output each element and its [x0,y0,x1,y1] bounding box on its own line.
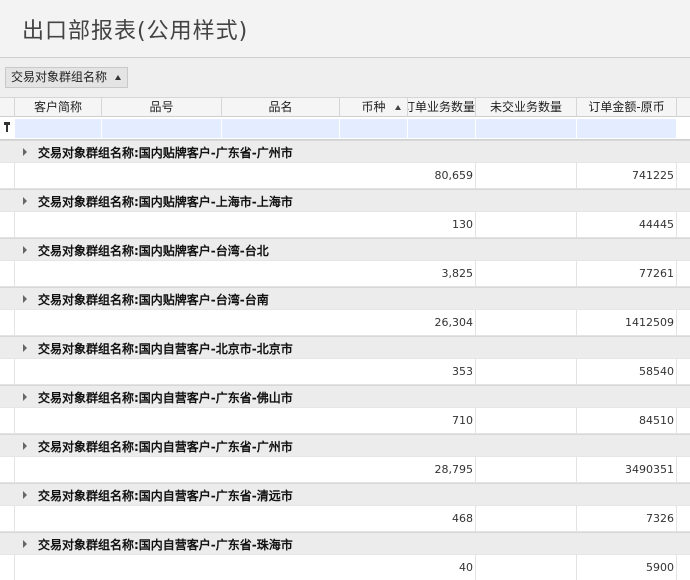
group-row-label: 交易对象群组名称:国内贴牌客户-上海市-上海市 [38,195,293,209]
order-amount-value: 7326 [646,512,674,525]
order-amount-value: 58540 [639,365,674,378]
order-qty-value: 28,795 [434,463,474,476]
group-row-label: 交易对象群组名称:国内贴牌客户-台湾-台北 [38,244,269,258]
sort-ascending-icon [395,105,401,110]
group-row-label: 交易对象群组名称:国内自营客户-广东省-清远市 [38,489,293,503]
expand-arrow-icon[interactable] [23,344,27,352]
filter-order-amount[interactable] [577,119,677,138]
header-currency[interactable]: 币种 [340,98,408,117]
header-order-amount[interactable]: 订单金额-原币 [577,98,677,117]
report-title-bar: 出口部报表(公用样式) [0,0,690,58]
group-by-chip[interactable]: 交易对象群组名称 [5,67,129,88]
grid-header: 客户简称 品号 品名 币种 订单业务数量 未交业务数量 订单金额-原币 [0,98,690,117]
group-row[interactable]: 交易对象群组名称:国内自营客户-广东省-清远市 [0,483,690,506]
header-item-name[interactable]: 品名 [222,98,340,117]
order-qty-value: 26,304 [434,316,474,329]
group-row-label: 交易对象群组名称:国内贴牌客户-广东省-广州市 [38,146,293,160]
header-order-qty-label: 订单业务数量 [408,100,475,114]
expand-arrow-icon[interactable] [23,197,27,205]
header-spacer [0,98,15,117]
order-qty-value: 40 [459,561,473,574]
group-summary-row[interactable]: 26,304 1412509 [0,310,690,336]
header-currency-label: 币种 [361,100,386,114]
expand-arrow-icon[interactable] [23,491,27,499]
group-summary-row[interactable]: 28,795 3490351 [0,457,690,483]
group-row[interactable]: 交易对象群组名称:国内自营客户-广东省-珠海市 [0,532,690,555]
header-scroll-spacer [677,98,690,117]
filter-item-no[interactable] [102,119,222,138]
order-amount-value: 5900 [646,561,674,574]
group-row[interactable]: 交易对象群组名称:国内贴牌客户-台湾-台北 [0,238,690,261]
group-row-label: 交易对象群组名称:国内自营客户-北京市-北京市 [38,342,293,356]
group-by-panel: 交易对象群组名称 [0,58,690,98]
group-row[interactable]: 交易对象群组名称:国内自营客户-广东省-广州市 [0,434,690,457]
group-row[interactable]: 交易对象群组名称:国内贴牌客户-上海市-上海市 [0,189,690,212]
filter-customer[interactable] [15,119,102,138]
auto-filter-row [0,117,690,140]
expand-arrow-icon[interactable] [23,540,27,548]
filter-order-qty[interactable] [408,119,476,138]
expand-arrow-icon[interactable] [23,295,27,303]
group-summary-row[interactable]: 468 7326 [0,506,690,532]
expand-arrow-icon[interactable] [23,148,27,156]
order-amount-value: 84510 [639,414,674,427]
order-amount-value: 741225 [632,169,674,182]
expand-arrow-icon[interactable] [23,246,27,254]
order-qty-value: 353 [452,365,473,378]
group-row[interactable]: 交易对象群组名称:国内贴牌客户-广东省-广州市 [0,140,690,163]
expand-arrow-icon[interactable] [23,393,27,401]
order-qty-value: 468 [452,512,473,525]
group-row[interactable]: 交易对象群组名称:国内贴牌客户-台湾-台南 [0,287,690,310]
filter-pin-icon [4,122,10,132]
order-amount-value: 44445 [639,218,674,231]
group-row[interactable]: 交易对象群组名称:国内自营客户-广东省-佛山市 [0,385,690,408]
order-qty-value: 130 [452,218,473,231]
sort-ascending-icon [115,75,122,80]
group-summary-row[interactable]: 353 58540 [0,359,690,385]
group-summary-row[interactable]: 3,825 77261 [0,261,690,287]
order-amount-value: 1412509 [625,316,674,329]
grid-rows: 交易对象群组名称:国内贴牌客户-广东省-广州市 80,659 741225 交易… [0,140,690,580]
group-summary-row[interactable]: 130 44445 [0,212,690,238]
order-qty-value: 710 [452,414,473,427]
filter-currency[interactable] [340,119,408,138]
header-customer[interactable]: 客户简称 [15,98,102,117]
header-item-no[interactable]: 品号 [102,98,222,117]
header-undelivered-qty[interactable]: 未交业务数量 [476,98,577,117]
filter-undelivered-qty[interactable] [476,119,577,138]
group-row[interactable]: 交易对象群组名称:国内自营客户-北京市-北京市 [0,336,690,359]
order-qty-value: 80,659 [434,169,474,182]
expand-arrow-icon[interactable] [23,442,27,450]
order-qty-value: 3,825 [441,267,474,280]
group-summary-row[interactable]: 710 84510 [0,408,690,434]
filter-item-name[interactable] [222,119,340,138]
group-summary-row[interactable]: 40 5900 [0,555,690,580]
order-amount-value: 3490351 [625,463,674,476]
group-by-chip-label: 交易对象群组名称 [11,70,108,84]
order-amount-value: 77261 [639,267,674,280]
report-title: 出口部报表(公用样式) [22,19,249,44]
header-order-qty[interactable]: 订单业务数量 [408,98,476,117]
group-row-label: 交易对象群组名称:国内自营客户-广东省-广州市 [38,440,293,454]
group-row-label: 交易对象群组名称:国内自营客户-广东省-珠海市 [38,538,293,552]
group-row-label: 交易对象群组名称:国内贴牌客户-台湾-台南 [38,293,269,307]
group-summary-row[interactable]: 80,659 741225 [0,163,690,189]
group-row-label: 交易对象群组名称:国内自营客户-广东省-佛山市 [38,391,293,405]
